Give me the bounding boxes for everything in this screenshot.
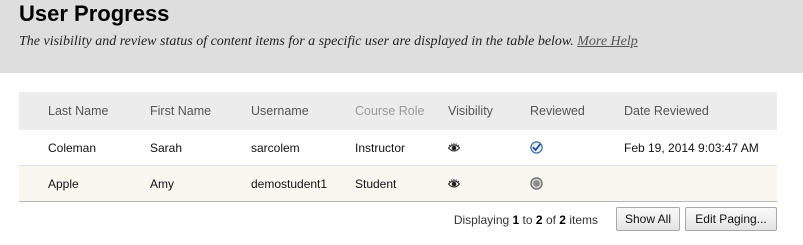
more-help-link[interactable]: More Help xyxy=(577,34,638,49)
cell-date-reviewed: Feb 19, 2014 9:03:47 AM xyxy=(624,140,759,155)
column-header-username[interactable]: Username xyxy=(251,92,309,130)
eye-icon xyxy=(448,142,460,153)
cell-course-role: Instructor xyxy=(355,140,406,155)
edit-paging-button[interactable]: Edit Paging... xyxy=(685,207,777,231)
column-header-date-reviewed[interactable]: Date Reviewed xyxy=(624,92,709,130)
column-header-first-name[interactable]: First Name xyxy=(150,92,211,130)
cell-course-role: Student xyxy=(355,176,397,191)
column-header-visibility[interactable]: Visibility xyxy=(448,92,493,130)
column-header-course-role: Course Role xyxy=(355,104,425,118)
cell-last-name: Apple xyxy=(48,176,79,191)
table-row: Coleman Sarah sarcolem Instructor Feb 19… xyxy=(19,130,777,166)
page-header: User Progress The visibility and review … xyxy=(0,0,803,73)
cell-first-name: Amy xyxy=(150,176,174,191)
show-all-button[interactable]: Show All xyxy=(616,207,680,231)
description-text: The visibility and review status of cont… xyxy=(19,34,574,49)
cell-first-name: Sarah xyxy=(150,140,183,155)
column-header-reviewed[interactable]: Reviewed xyxy=(530,92,585,130)
table-row: Apple Amy demostudent1 Student xyxy=(19,166,777,202)
cell-last-name: Coleman xyxy=(48,140,97,155)
table-header-row: Last Name First Name Username Course Rol… xyxy=(19,92,777,130)
cell-username: sarcolem xyxy=(251,140,300,155)
table-footer: Displaying 1 to 2 of 2 items Show All Ed… xyxy=(19,206,777,234)
page-description: The visibility and review status of cont… xyxy=(19,34,638,50)
user-progress-table: Last Name First Name Username Course Rol… xyxy=(19,92,777,202)
cell-username: demostudent1 xyxy=(251,176,328,191)
not-reviewed-icon xyxy=(530,177,543,190)
paging-status: Displaying 1 to 2 of 2 items xyxy=(453,213,598,227)
eye-icon xyxy=(448,178,460,189)
checkmark-reviewed-icon xyxy=(530,141,543,154)
page-title: User Progress xyxy=(19,1,170,26)
column-header-last-name[interactable]: Last Name xyxy=(48,92,108,130)
